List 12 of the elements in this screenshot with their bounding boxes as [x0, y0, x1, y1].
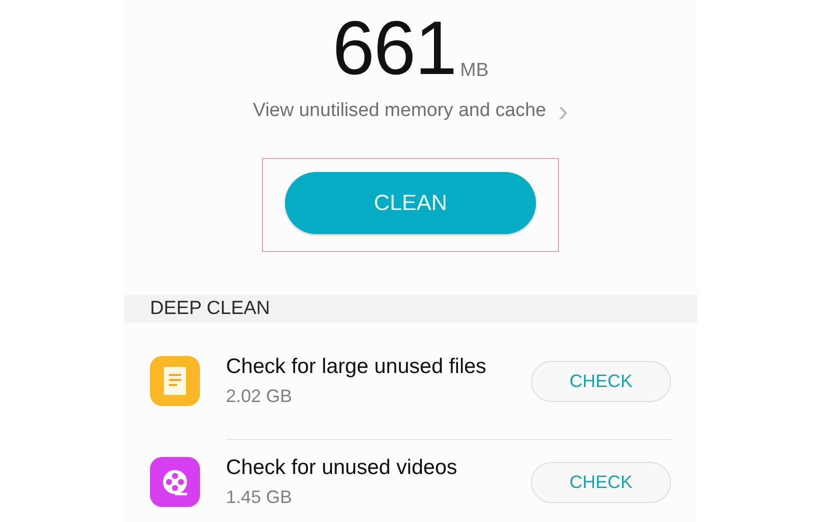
check-button[interactable]: CHECK [531, 462, 671, 502]
item-size: 2.02 GB [226, 384, 294, 408]
chevron-icon[interactable]: › [558, 102, 568, 121]
check-button[interactable]: CHECK [531, 360, 671, 402]
item-title: Check for unused videos [226, 454, 458, 480]
clean-button[interactable]: CLEAN [285, 172, 536, 234]
section-header: DEEP CLEAN [124, 294, 697, 323]
memory-amount: 661 [332, 11, 456, 87]
memory-unit: MB [460, 58, 489, 82]
memory-link[interactable]: View unutilised memory and cache [252, 97, 546, 126]
item-title: Check for large unused files [226, 354, 488, 380]
item-size: 1.45 GB [226, 486, 294, 508]
